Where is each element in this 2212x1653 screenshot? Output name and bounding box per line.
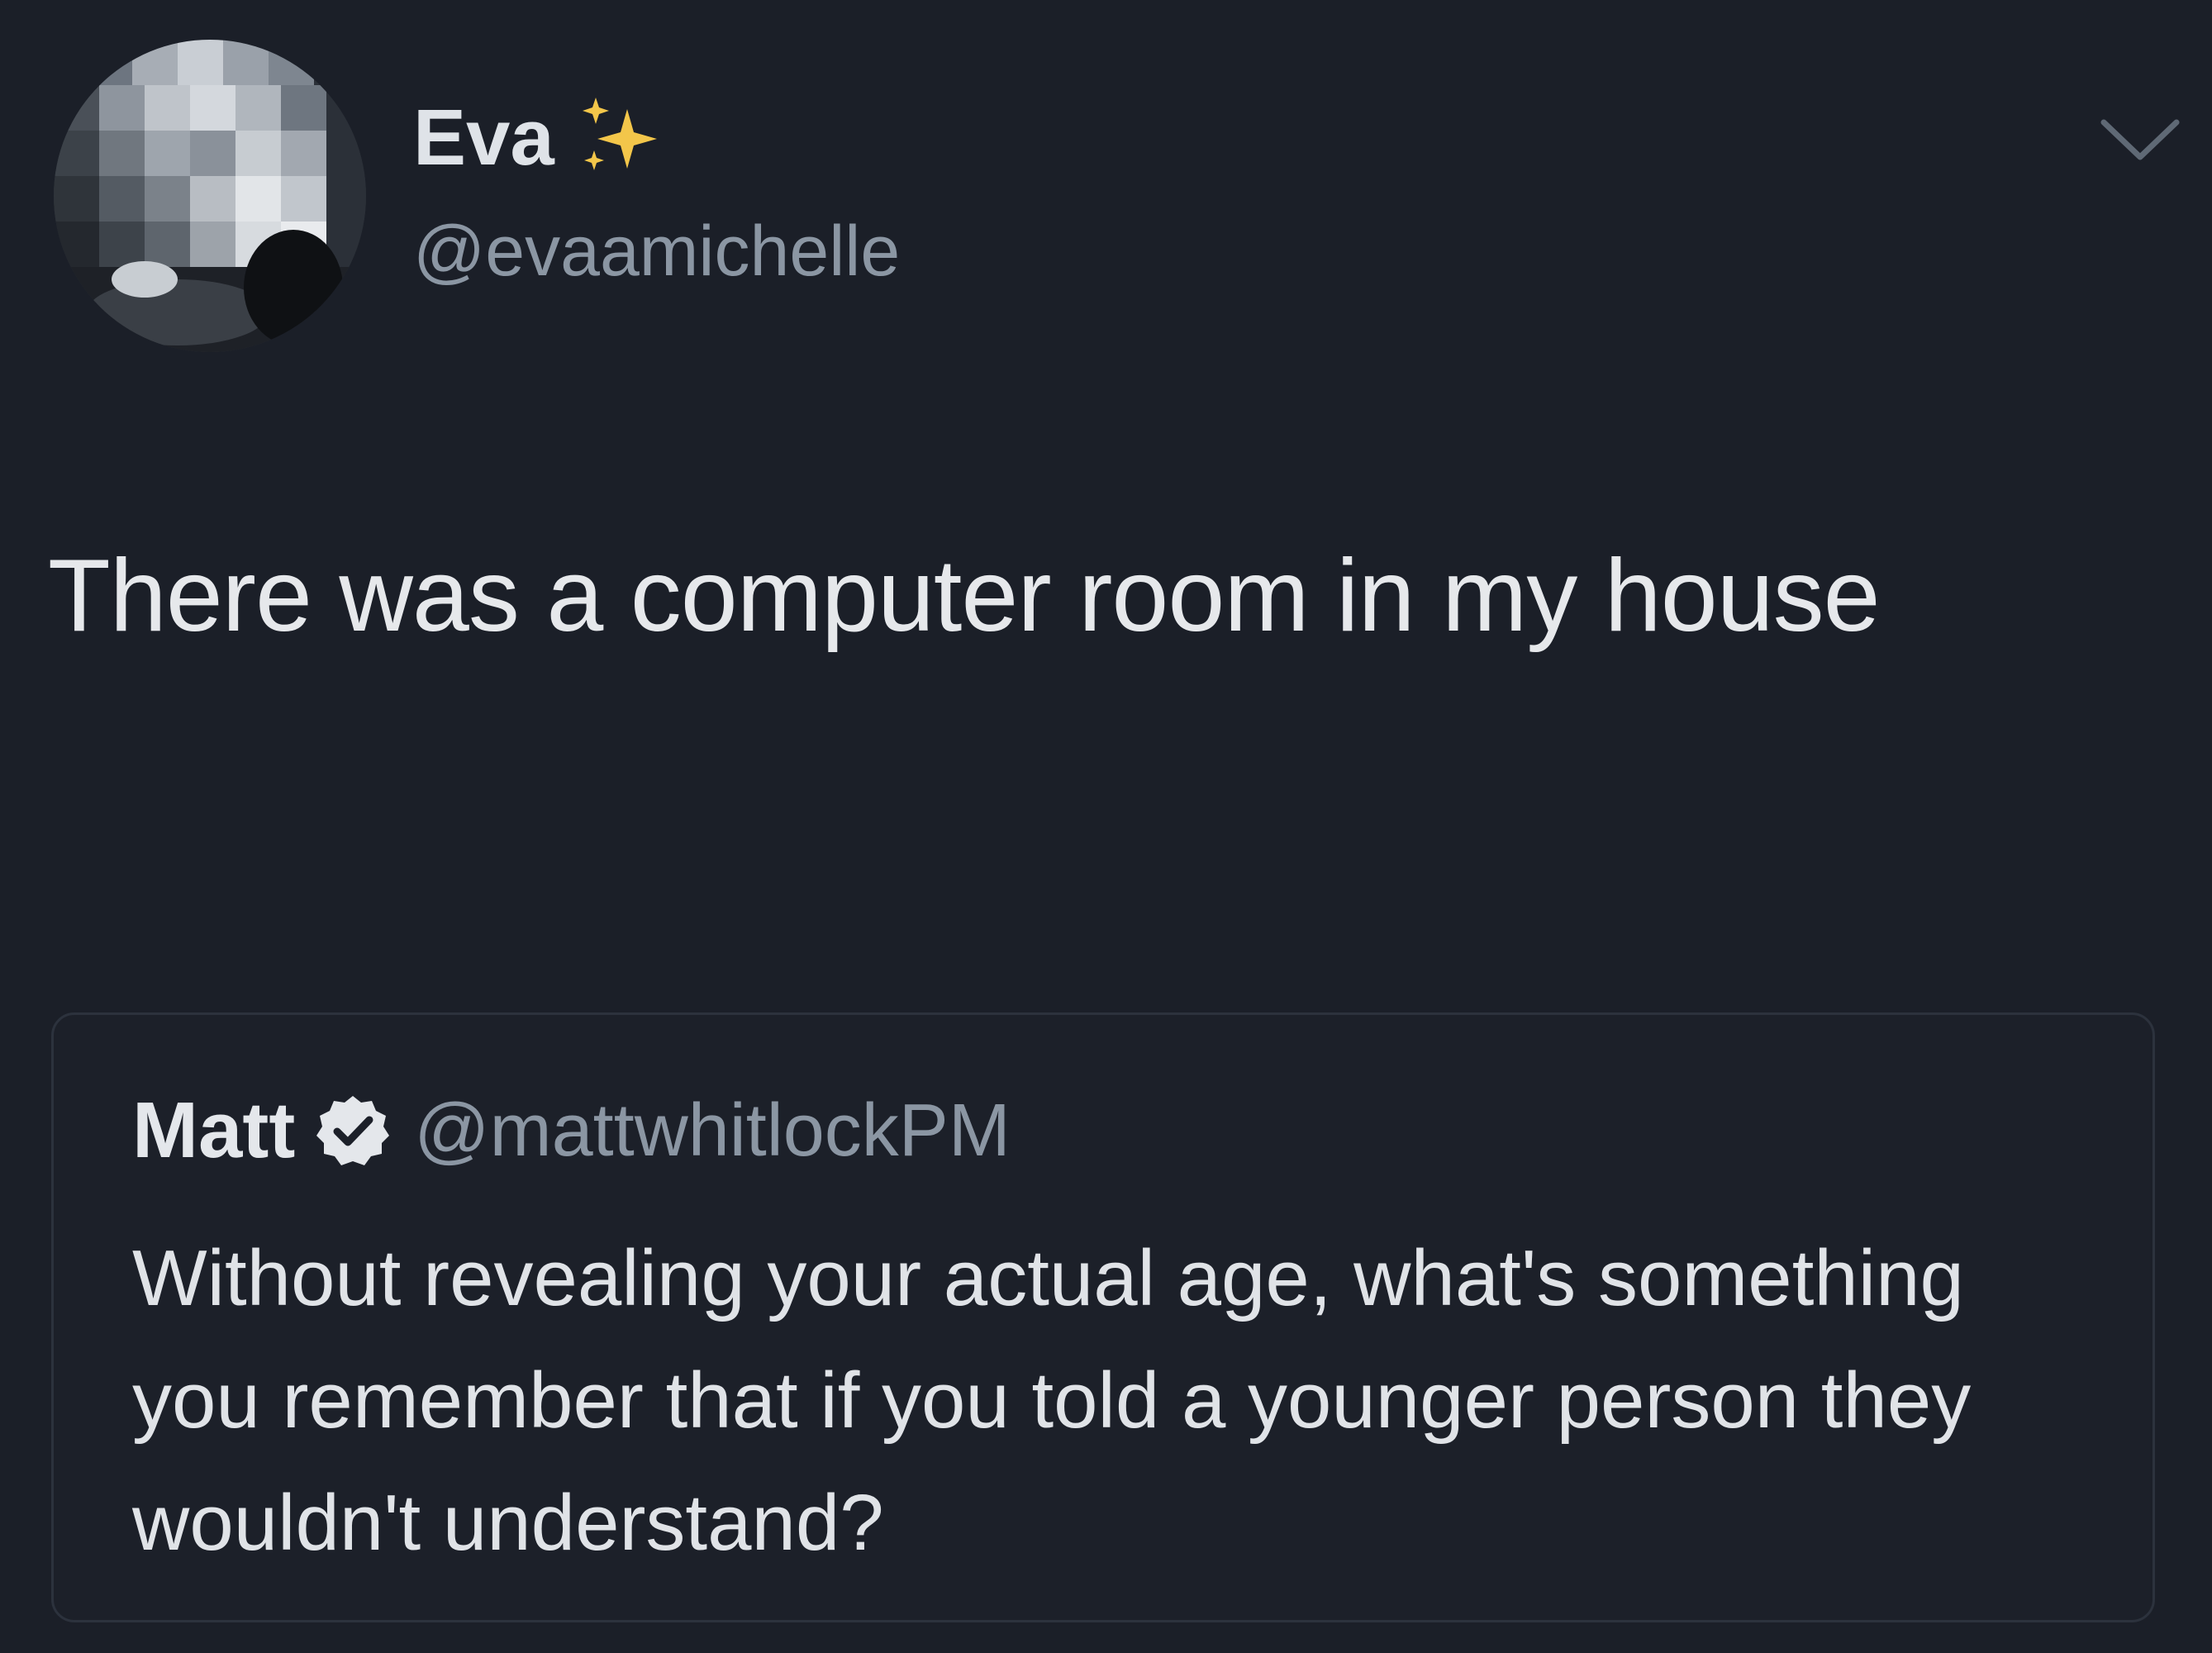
tweet-text: There was a computer room in my house [48, 539, 1881, 653]
sparkles-icon [576, 93, 667, 183]
quoted-author-name: Matt [132, 1086, 296, 1174]
author-name-row[interactable]: Eva [413, 93, 667, 183]
quoted-author-handle: @mattwhitlockPM [414, 1089, 1011, 1172]
verified-badge-icon [315, 1093, 391, 1169]
quoted-tweet-text: Without revealing your actual age, what'… [132, 1234, 1972, 1567]
quoted-tweet-header: Matt @mattwhitlockPM [132, 1085, 1011, 1176]
author-handle[interactable]: @evaamichelle [413, 211, 900, 293]
avatar-image [54, 40, 366, 352]
author-display-name[interactable]: Eva [413, 93, 554, 183]
chevron-down-icon[interactable] [2099, 116, 2181, 165]
avatar[interactable] [54, 40, 366, 352]
quoted-tweet[interactable]: Matt @mattwhitlockPM Without revealing y… [51, 1012, 2155, 1622]
tweet-card: Eva @evaamichelle There was a computer r… [0, 0, 2212, 1653]
